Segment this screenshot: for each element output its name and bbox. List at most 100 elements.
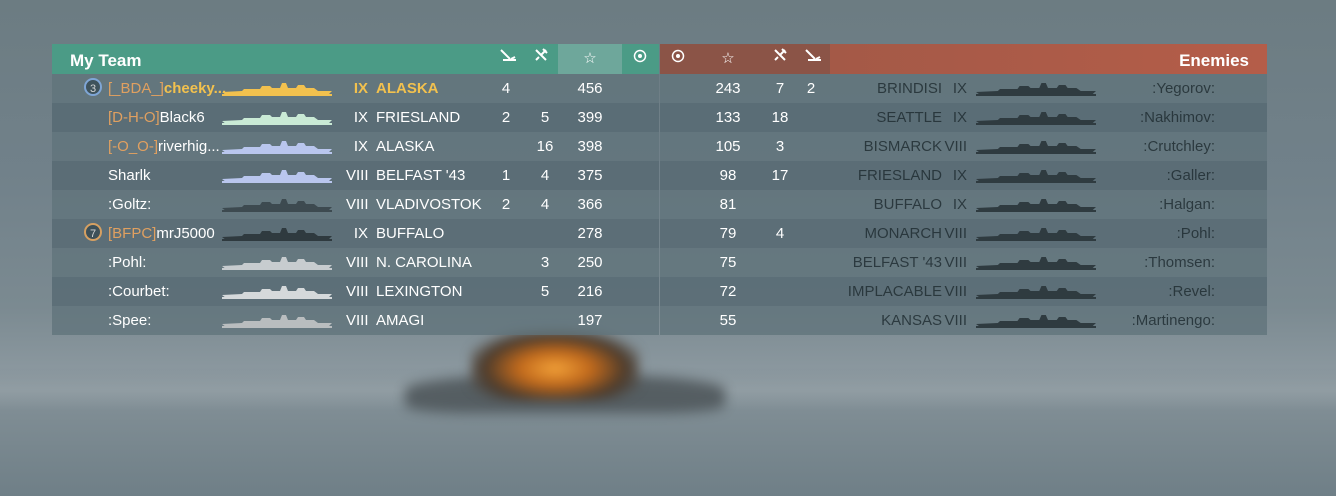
player-name-cell: :Pohl: — [108, 254, 146, 271]
player-name: riverhig... — [158, 138, 220, 155]
xp-value: 216 — [577, 283, 603, 300]
ship-name: IMPLACABLE — [847, 283, 942, 300]
xp-value: 243 — [715, 80, 741, 97]
xp-value: 197 — [577, 312, 603, 329]
laurel-emblem-icon[interactable] — [663, 44, 693, 74]
player-name: :Crutchley: — [1143, 138, 1215, 155]
xp-value: 250 — [577, 254, 603, 271]
player-row[interactable]: :Goltz: VIII VLADIVOSTOK 2 4 366 — [52, 190, 659, 219]
ship-name: N. CAROLINA — [376, 254, 472, 271]
xp-value: 366 — [577, 196, 603, 213]
ship-tier: VIII — [346, 283, 369, 300]
planes-count: 4 — [775, 225, 785, 242]
planes-count: 17 — [771, 167, 789, 184]
ship-name: LEXINGTON — [376, 283, 463, 300]
planes-count: 3 — [775, 138, 785, 155]
my-team-panel: My Team ☆ 3 [_BDA_]cheeky... IX ALASKA 4 456 [… — [52, 44, 659, 337]
ship-tier: IX — [952, 80, 967, 97]
kills-count: 2 — [501, 196, 511, 213]
ship-tier: VIII — [346, 196, 369, 213]
enemy-row[interactable]: 75 BELFAST '43 VIII:Thomsen: — [660, 248, 1267, 277]
planes-destroyed-icon[interactable] — [765, 44, 795, 74]
player-name: :Halgan: — [1159, 196, 1215, 213]
ship-silhouette — [976, 140, 1096, 154]
enemy-team-rows: 243 7 2 BRINDISI IX:Yegorov: 133 18 SEATTLE IX:N… — [660, 74, 1267, 335]
ship-sunk-icon[interactable] — [493, 44, 523, 74]
planes-count: 4 — [540, 167, 550, 184]
ship-silhouette — [222, 314, 332, 328]
enemy-team-title: Enemies — [1179, 51, 1249, 70]
division-badge-icon: 3 — [84, 78, 102, 96]
xp-value: 399 — [577, 109, 603, 126]
player-name-cell: :Spee: — [108, 312, 151, 329]
laurel-emblem-icon[interactable] — [625, 44, 655, 74]
ship-silhouette — [976, 198, 1096, 212]
player-row[interactable]: [D-H-O]Black6 IX FRIESLAND 2 5 399 — [52, 103, 659, 132]
player-row[interactable]: :Pohl: VIII N. CAROLINA 3 250 — [52, 248, 659, 277]
star-icon[interactable]: ☆ — [713, 44, 743, 74]
xp-value: 81 — [719, 196, 737, 213]
xp-value: 278 — [577, 225, 603, 242]
player-name-cell: :Courbet: — [108, 283, 170, 300]
kills-count: 4 — [501, 80, 511, 97]
ship-tier: VIII — [346, 167, 369, 184]
ship-name: BISMARCK — [863, 138, 942, 155]
planes-count: 5 — [540, 283, 550, 300]
my-team-rows: 3 [_BDA_]cheeky... IX ALASKA 4 456 [D-H-O]Blac… — [52, 74, 659, 335]
player-name: :Martinengo: — [1131, 312, 1215, 329]
my-team-title: My Team — [70, 51, 142, 70]
player-row[interactable]: [-O_O-]riverhig... IX ALASKA 16 398 — [52, 132, 659, 161]
enemy-row[interactable]: 79 4 MONARCH VIII :Pohl: — [660, 219, 1267, 248]
ship-fire — [470, 330, 640, 400]
ship-silhouette — [222, 227, 332, 241]
ship-sunk-icon[interactable] — [798, 44, 828, 74]
player-row[interactable]: 7 [BFPC]mrJ5000 IX BUFFALO 278 — [52, 219, 659, 248]
ship-silhouette — [222, 111, 332, 125]
ship-silhouette — [222, 169, 332, 183]
clan-tag: [_BDA_] — [108, 80, 164, 97]
player-row[interactable]: :Courbet: VIII LEXINGTON 5 216 — [52, 277, 659, 306]
xp-value: 55 — [719, 312, 737, 329]
ship-name: BELFAST '43 — [376, 167, 466, 184]
player-name: :Pohl: — [1176, 225, 1215, 242]
ship-name: AMAGI — [376, 312, 425, 329]
enemy-row[interactable]: 72 IMPLACABLE VIII:Revel: — [660, 277, 1267, 306]
player-row[interactable]: :Spee: VIII AMAGI 197 — [52, 306, 659, 335]
ship-tier: IX — [353, 225, 368, 242]
enemy-row[interactable]: 133 18 SEATTLE IX:Nakhimov: — [660, 103, 1267, 132]
ship-silhouette — [976, 111, 1096, 125]
planes-count: 3 — [540, 254, 550, 271]
ship-name: BELFAST '43 — [852, 254, 942, 271]
player-name: :Yegorov: — [1152, 80, 1215, 97]
ship-name: ALASKA — [376, 138, 435, 155]
player-name: :Pohl: — [108, 254, 147, 271]
ship-silhouette — [222, 285, 332, 299]
enemy-row[interactable]: 81 BUFFALO IX:Halgan: — [660, 190, 1267, 219]
ship-tier: VIII — [944, 254, 967, 271]
player-row[interactable]: Sharlk VIII BELFAST '43 1 4 375 — [52, 161, 659, 190]
clan-tag: [-O_O-] — [108, 138, 159, 155]
planes-destroyed-icon[interactable] — [526, 44, 556, 74]
player-name-cell: Sharlk — [108, 167, 151, 184]
ship-silhouette — [976, 256, 1096, 270]
division-badge-icon: 7 — [84, 223, 102, 241]
enemy-row[interactable]: 105 3 BISMARCK VIII:Crutchley: — [660, 132, 1267, 161]
player-name: :Thomsen: — [1144, 254, 1215, 271]
clan-tag: [BFPC] — [108, 225, 157, 242]
ship-silhouette — [222, 140, 332, 154]
ship-tier: IX — [353, 138, 368, 155]
ship-name: MONARCH — [864, 225, 943, 242]
star-icon[interactable]: ☆ — [575, 44, 605, 74]
enemy-row[interactable]: 55 KANSAS VIII:Martinengo: — [660, 306, 1267, 335]
xp-value: 456 — [577, 80, 603, 97]
player-name-cell: [D-H-O]Black6 — [108, 109, 205, 126]
xp-value: 79 — [719, 225, 737, 242]
player-name: :Goltz: — [108, 196, 152, 213]
ship-silhouette — [976, 82, 1096, 96]
ship-tier: VIII — [944, 225, 967, 242]
player-name: :Galler: — [1166, 167, 1215, 184]
player-row[interactable]: 3 [_BDA_]cheeky... IX ALASKA 4 456 — [52, 74, 659, 103]
ship-silhouette — [222, 198, 332, 212]
enemy-row[interactable]: 98 17 FRIESLAND IX:Galler: — [660, 161, 1267, 190]
enemy-row[interactable]: 243 7 2 BRINDISI IX:Yegorov: — [660, 74, 1267, 103]
